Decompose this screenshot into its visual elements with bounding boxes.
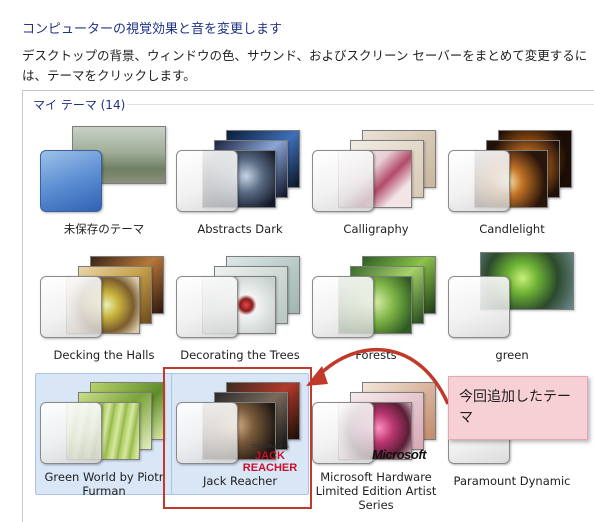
theme-name: Decking the Halls — [53, 348, 155, 362]
theme-thumbnail — [308, 248, 444, 338]
theme-name: Decorating the Trees — [180, 348, 300, 362]
theme-name: Forests — [355, 348, 397, 362]
theme-thumbnail — [308, 122, 444, 212]
theme-name: Abstracts Dark — [197, 222, 283, 236]
theme-name: Calligraphy — [343, 222, 409, 236]
theme-tile-green-world[interactable]: Green World by Piotr Furman — [35, 373, 173, 498]
theme-name: green — [495, 348, 529, 362]
theme-name: Candlelight — [479, 222, 545, 236]
theme-tile-candlelight[interactable]: Candlelight — [443, 121, 581, 243]
microsoft-logo: Microsoft — [372, 447, 427, 462]
theme-thumbnail — [36, 374, 172, 464]
theme-thumbnail — [444, 122, 580, 212]
theme-name: Green World by Piotr Furman — [44, 470, 164, 498]
page-description: デスクトップの背景、ウィンドウの色、サウンド、およびスクリーン セーバーをまとめ… — [22, 48, 588, 83]
theme-thumbnail — [172, 248, 308, 338]
group-label-my-themes: マイ テーマ (14) — [33, 98, 126, 112]
theme-tile-microsoft-hardware[interactable]: Microsoft Microsoft Hardware Limited Edi… — [307, 373, 445, 512]
group-divider — [127, 104, 594, 105]
theme-thumbnail — [36, 248, 172, 338]
theme-tile-unsaved[interactable]: 未保存のテーマ — [35, 121, 173, 243]
annotation-callout: 今回追加したテーマ — [448, 376, 588, 440]
theme-tile-calligraphy[interactable]: Calligraphy — [307, 121, 445, 243]
theme-tile-abstracts-dark[interactable]: Abstracts Dark — [171, 121, 309, 243]
theme-thumbnail — [172, 122, 308, 212]
theme-tile-decking-the-halls[interactable]: Decking the Halls — [35, 247, 173, 369]
theme-tile-forests[interactable]: Forests — [307, 247, 445, 369]
highlight-box — [163, 367, 312, 509]
theme-name: Paramount Dynamic — [453, 474, 571, 488]
theme-thumbnail: Microsoft — [308, 374, 444, 464]
theme-thumbnail — [36, 122, 172, 212]
theme-tile-green[interactable]: green — [443, 247, 581, 369]
theme-thumbnail — [444, 248, 580, 338]
theme-name: 未保存のテーマ — [63, 222, 145, 236]
theme-tile-decorating-the-trees[interactable]: Decorating the Trees — [171, 247, 309, 369]
page-title: コンピューターの視覚効果と音を変更します — [22, 22, 283, 37]
theme-name: Microsoft Hardware Limited Edition Artis… — [315, 470, 437, 512]
